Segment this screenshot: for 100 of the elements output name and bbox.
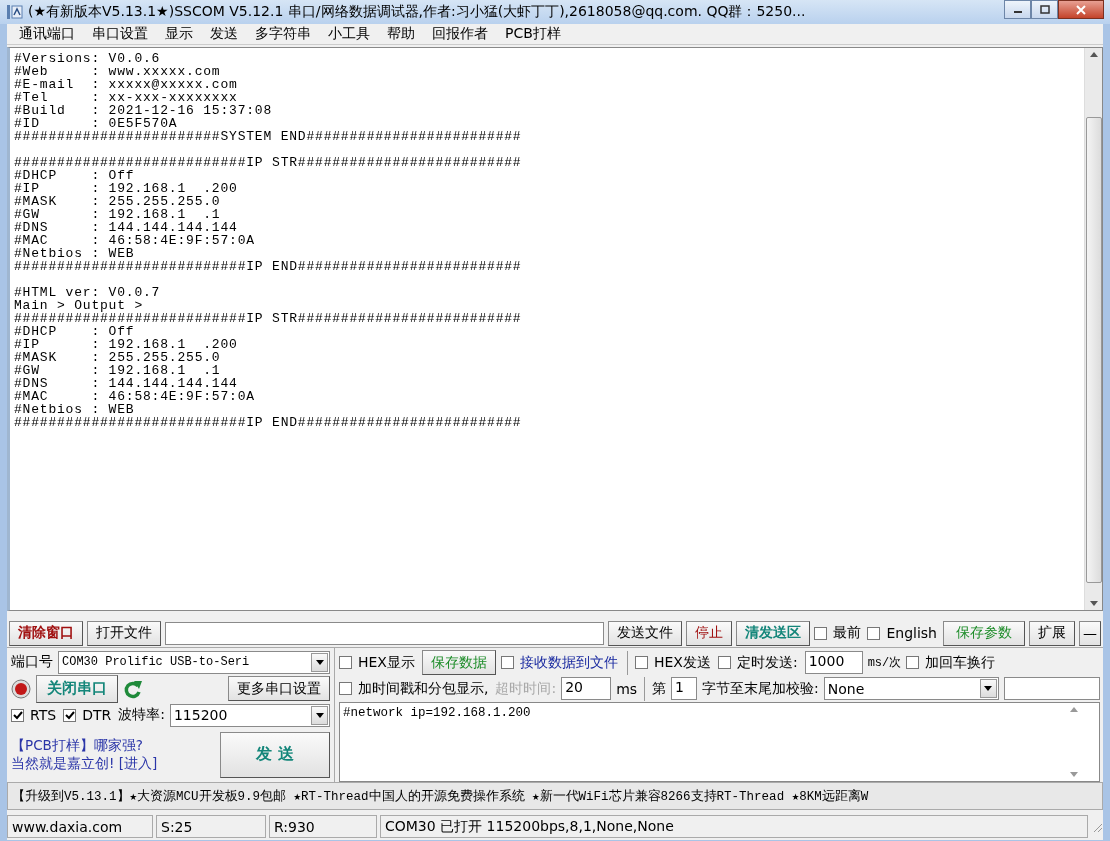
timeout-label: 超时时间: — [495, 679, 557, 698]
terminal-line: #IP : 192.168.1 .200 — [14, 338, 239, 351]
terminal-line: #Netbios : WEB — [14, 247, 136, 260]
terminal-line: #HTML ver: V0.0.7 — [14, 286, 162, 299]
rts-checkbox[interactable]: RTS — [11, 707, 59, 724]
checksum-label: 字节至末尾加校验: — [702, 679, 819, 698]
terminal-line: #MAC : 46:58:4E:9F:57:0A — [14, 234, 256, 247]
close-icon — [1075, 4, 1087, 15]
receive-to-file-checkbox[interactable]: 接收数据到文件 — [500, 653, 620, 672]
clear-window-button[interactable]: 清除窗口 — [9, 620, 83, 646]
check-icon — [12, 709, 23, 721]
close-button[interactable] — [1058, 0, 1104, 19]
terminal-line: #ID : 0E5F570A — [14, 117, 179, 130]
menu-item[interactable]: PCB打样 — [505, 25, 561, 43]
menu-item[interactable]: 帮助 — [387, 25, 415, 43]
scroll-down-icon — [1070, 772, 1078, 777]
baud-rate-select[interactable]: 115200 — [169, 703, 330, 727]
terminal-line: #DHCP : Off — [14, 169, 136, 182]
stop-button[interactable]: 停止 — [686, 620, 733, 646]
app-icon — [6, 4, 24, 20]
dropdown-icon — [315, 712, 324, 718]
terminal-line: ###########################IP STR########################## — [14, 312, 523, 325]
terminal-line: #MASK : 255.255.255.0 — [14, 195, 222, 208]
news-ticker[interactable]: 【升级到V5.13.1】★大资源MCU开发板9.9包邮 ★RT-Thread中国人的开源免费操作系统 ★新一代WiFi芯片兼容8266支持RT-Thread ★8KM远距离W — [7, 782, 1103, 810]
checksum-prefix-label: 第 — [652, 679, 667, 698]
checksum-select[interactable]: None — [823, 677, 999, 700]
terminal-line: #Tel : xx-xxx-xxxxxxxx — [14, 91, 239, 104]
file-path-field[interactable] — [165, 621, 605, 645]
checksum-result-field[interactable] — [1003, 677, 1100, 700]
timed-send-checkbox[interactable]: 定时发送: — [717, 653, 800, 672]
timeout-field[interactable]: 20 — [561, 677, 612, 700]
terminal-line: #GW : 192.168.1 .1 — [14, 364, 222, 377]
scroll-thumb[interactable] — [1085, 117, 1102, 583]
collapse-button[interactable]: — — [1079, 620, 1101, 646]
interval-field[interactable]: 1000 — [804, 651, 863, 674]
send-text-area[interactable]: #network ip=192.168.1.200 — [339, 702, 1100, 782]
window-title: (★有新版本V5.13.1★)SSCOM V5.12.1 串口/网络数据调试器,作者:习小猛(大虾丁丁),2618058@qq.com. QQ群：5250... — [28, 3, 807, 21]
terminal-line: #Versions: V0.0.6 — [14, 52, 162, 65]
expand-button[interactable]: 扩展 — [1029, 620, 1075, 646]
ad-link[interactable]: 【PCB打样】哪家强? — [11, 736, 212, 755]
menu-item[interactable]: 通讯端口 — [19, 25, 75, 43]
send-file-button[interactable]: 发送文件 — [608, 620, 683, 646]
terminal-line: #Netbios : WEB — [14, 403, 136, 416]
terminal-line: ###########################IP END########################## — [14, 260, 523, 273]
dtr-checkbox[interactable]: DTR — [63, 707, 114, 724]
menu-item[interactable]: 发送 — [210, 25, 238, 43]
terminal-line: #DHCP : Off — [14, 325, 136, 338]
check-icon — [64, 709, 76, 721]
add-newline-checkbox[interactable]: 加回车换行 — [906, 653, 998, 672]
more-port-settings-button[interactable]: 更多串口设置 — [228, 676, 330, 702]
maximize-button[interactable] — [1031, 0, 1058, 19]
terminal-line: #DNS : 144.144.144.144 — [14, 377, 239, 390]
checksum-start-field[interactable]: 1 — [671, 677, 698, 700]
dropdown-icon — [315, 659, 324, 665]
ad-link[interactable]: 当然就是嘉立创! [进入] — [11, 754, 212, 773]
terminal-line: #IP : 192.168.1 .200 — [14, 182, 239, 195]
port-select[interactable]: COM30 Prolific USB-to-Seri — [58, 650, 330, 674]
interval-unit-label: ms/次 — [867, 655, 902, 671]
terminal-line: ###########################IP STR########################## — [14, 156, 523, 169]
terminal-line: #GW : 192.168.1 .1 — [14, 208, 222, 221]
scroll-up-icon — [1070, 707, 1078, 712]
scroll-down-icon — [1089, 601, 1098, 606]
baud-rate-label: 波特率: — [118, 706, 165, 725]
status-bar-cell: COM30 已打开 115200bps,8,1,None,None — [380, 815, 1088, 838]
maximize-icon — [1039, 5, 1050, 14]
port-label: 端口号 — [11, 653, 53, 672]
terminal-line: #E-mail : xxxxx@xxxxx.com — [14, 78, 239, 91]
hex-display-checkbox[interactable]: HEX显示 — [339, 653, 417, 672]
scroll-up-icon — [1089, 52, 1098, 57]
terminal-line: #MASK : 255.255.255.0 — [14, 351, 222, 364]
status-bar-cell: S:25 — [156, 815, 266, 838]
save-data-button[interactable]: 保存数据 — [421, 650, 496, 675]
dropdown-icon — [984, 686, 993, 691]
save-params-button[interactable]: 保存参数 — [943, 620, 1025, 646]
terminal-line: ########################SYSTEM END######################### — [14, 130, 523, 143]
timestamp-checkbox[interactable]: 加时间戳和分包显示, — [339, 679, 491, 698]
hex-send-checkbox[interactable]: HEX发送 — [634, 653, 713, 672]
terminal-line: #MAC : 46:58:4E:9F:57:0A — [14, 390, 256, 403]
english-checkbox[interactable]: English — [867, 625, 939, 641]
status-bar-cell: R:930 — [269, 815, 377, 838]
menu-item[interactable]: 显示 — [165, 25, 193, 43]
terminal-line: #Build : 2021-12-16 15:37:08 — [14, 104, 274, 117]
terminal-line: #Web : www.xxxxx.com — [14, 65, 222, 78]
scrollbar[interactable] — [1084, 48, 1102, 610]
menu-item[interactable]: 小工具 — [328, 25, 370, 43]
terminal-line: #DNS : 144.144.144.144 — [14, 221, 239, 234]
timeout-unit-label: ms — [616, 680, 638, 697]
send-button[interactable]: 发 送 — [220, 731, 330, 778]
open-file-button[interactable]: 打开文件 — [87, 620, 161, 646]
minimize-button[interactable] — [1004, 0, 1031, 19]
terminal-line: Main > Output > — [14, 299, 145, 312]
terminal-line: ###########################IP END########################## — [14, 416, 523, 429]
menu-item[interactable]: 多字符串 — [255, 25, 311, 43]
menu-item[interactable]: 串口设置 — [92, 25, 148, 43]
topmost-checkbox[interactable]: 最前 — [814, 624, 864, 642]
status-bar-cell: www.daxia.com — [7, 815, 153, 838]
clear-send-button[interactable]: 清发送区 — [736, 620, 811, 646]
close-port-button[interactable]: 关闭串口 — [36, 674, 118, 703]
menu-item[interactable]: 回报作者 — [432, 25, 488, 43]
send-text: #network ip=192.168.1.200 — [342, 705, 532, 722]
